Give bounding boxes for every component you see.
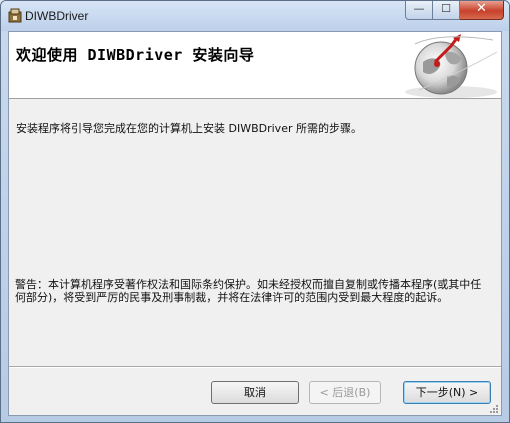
close-button[interactable]: ✕	[460, 1, 504, 20]
close-icon: ✕	[476, 1, 487, 16]
back-button[interactable]: < 后退(B)	[309, 381, 381, 404]
minimize-icon: —	[413, 2, 425, 15]
installer-app-icon	[8, 8, 22, 23]
maximize-icon: ☐	[441, 2, 451, 15]
installer-window: DIWBDriver — ☐ ✕ 欢迎使用 DIWBDriver 安装向导 安装…	[0, 0, 510, 423]
maximize-button[interactable]: ☐	[433, 1, 460, 20]
copyright-warning: 警告：本计算机程序受著作权法和国际条约保护。如未经授权而擅自复制或传播本程序(或…	[15, 278, 482, 304]
globe-computer-icon	[405, 34, 498, 98]
minimize-button[interactable]: —	[405, 1, 433, 20]
cancel-button[interactable]: 取消	[211, 381, 299, 404]
header-banner: 欢迎使用 DIWBDriver 安装向导	[9, 32, 501, 99]
resize-grip-icon[interactable]	[489, 404, 499, 414]
page-title: 欢迎使用 DIWBDriver 安装向导	[16, 46, 255, 64]
window-title: DIWBDriver	[25, 9, 89, 23]
caption-buttons: — ☐ ✕	[405, 1, 504, 21]
button-divider	[9, 366, 501, 368]
intro-text: 安装程序将引导您完成在您的计算机上安装 DIWBDriver 所需的步骤。	[16, 122, 362, 135]
title-bar[interactable]: DIWBDriver — ☐ ✕	[1, 1, 509, 31]
dialog-client-area: 欢迎使用 DIWBDriver 安装向导 安装程序将引导您完成在您的计算机上安装…	[8, 31, 502, 416]
next-button[interactable]: 下一步(N) >	[403, 381, 491, 404]
